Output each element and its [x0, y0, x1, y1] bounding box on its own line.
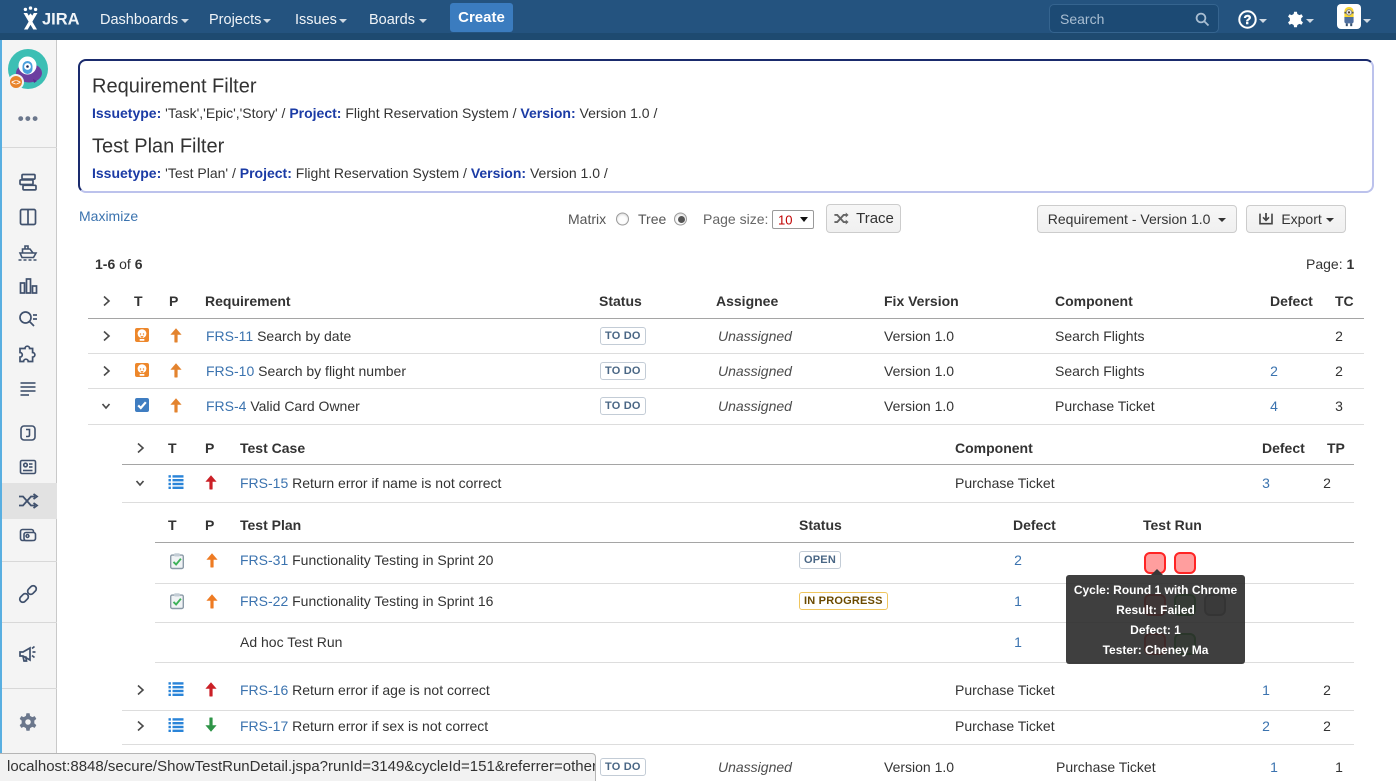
svg-text:?: ?	[1244, 12, 1252, 27]
svg-text:<>: <>	[11, 79, 21, 88]
